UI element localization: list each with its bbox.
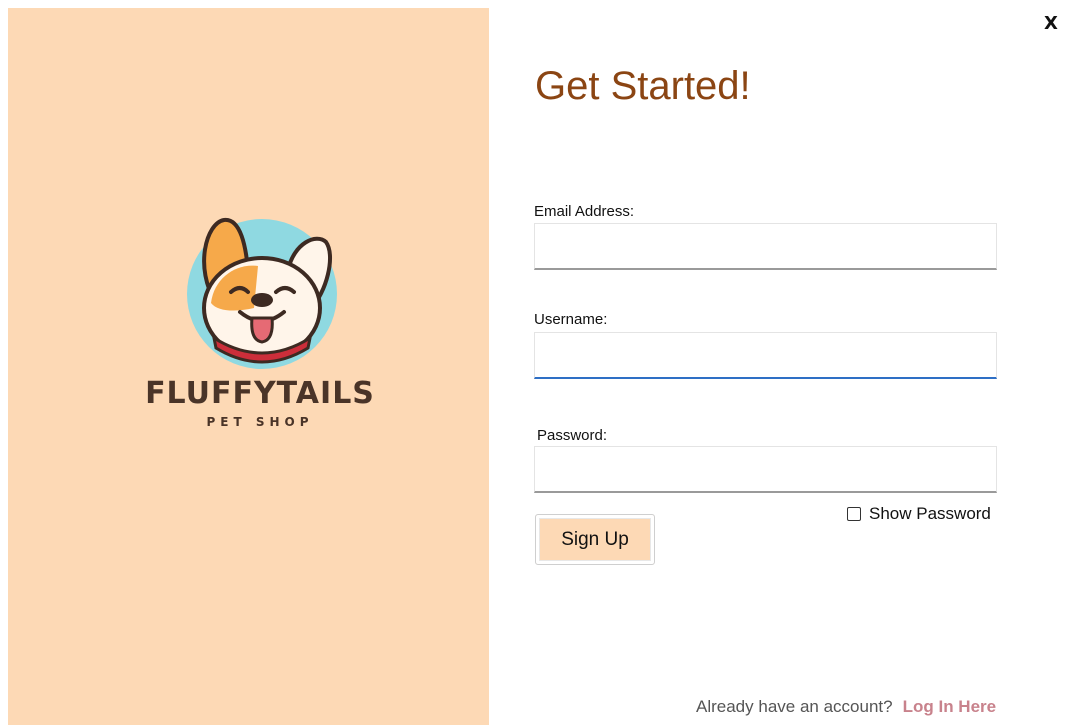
- show-password-checkbox[interactable]: [847, 507, 861, 521]
- brand-subtitle: PET SHOP: [206, 415, 314, 429]
- password-field[interactable]: [534, 446, 997, 493]
- login-prompt-text: Already have an account?: [696, 697, 893, 716]
- show-password-label: Show Password: [869, 504, 991, 523]
- email-field[interactable]: [534, 223, 997, 270]
- dog-face-icon: [187, 218, 337, 369]
- brand-logo: FLUFFYTAILS PET SHOP: [140, 208, 380, 438]
- log-in-link[interactable]: Log In Here: [903, 697, 997, 717]
- brand-panel: FLUFFYTAILS PET SHOP: [8, 8, 489, 725]
- password-label: Password:: [537, 427, 608, 444]
- close-button[interactable]: X: [1044, 12, 1065, 36]
- email-label: Email Address:: [534, 203, 635, 220]
- login-prompt: Already have an account? Log In Here: [696, 697, 996, 717]
- brand-name: FLUFFYTAILS: [145, 376, 375, 411]
- show-password-toggle[interactable]: Show Password: [847, 504, 991, 524]
- page-title: Get Started!: [535, 64, 751, 108]
- username-field[interactable]: [534, 332, 997, 379]
- sign-up-button[interactable]: Sign Up: [535, 514, 655, 565]
- username-label: Username:: [534, 311, 608, 328]
